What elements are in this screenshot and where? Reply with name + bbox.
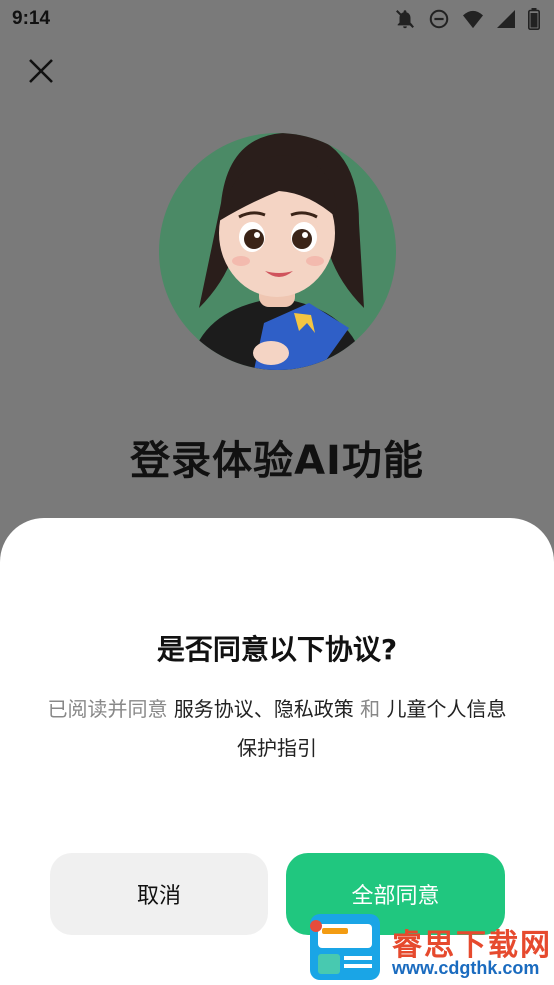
wifi-icon <box>462 9 484 29</box>
status-icons <box>394 8 540 30</box>
agreement-prefix: 已阅读并同意 <box>47 697 174 721</box>
watermark: 睿思下载网 www.cdgthk.com <box>306 908 554 985</box>
close-icon <box>29 59 53 83</box>
agreement-separator: 、 <box>253 697 274 721</box>
close-button[interactable] <box>20 50 62 92</box>
watermark-url: www.cdgthk.com <box>392 958 540 978</box>
cancel-button[interactable]: 取消 <box>50 853 268 935</box>
signal-icon <box>496 9 516 29</box>
status-bar: 9:14 <box>0 0 554 38</box>
dialog-title: 是否同意以下协议? <box>156 633 398 666</box>
avatar <box>159 133 396 370</box>
agreement-text: 已阅读并同意 服务协议、隐私政策 和 儿童个人信息保护指引 <box>40 690 514 768</box>
privacy-policy-link[interactable]: 隐私政策 <box>274 697 354 721</box>
bell-off-icon <box>394 8 416 30</box>
battery-icon <box>528 8 540 30</box>
do-not-disturb-icon <box>428 8 450 30</box>
status-time: 9:14 <box>12 8 51 29</box>
agreement-conjunction: 和 <box>353 697 387 721</box>
service-agreement-link[interactable]: 服务协议 <box>174 697 254 721</box>
watermark-logo-icon <box>310 914 380 980</box>
hero-title: 登录体验AI功能 <box>130 438 424 484</box>
